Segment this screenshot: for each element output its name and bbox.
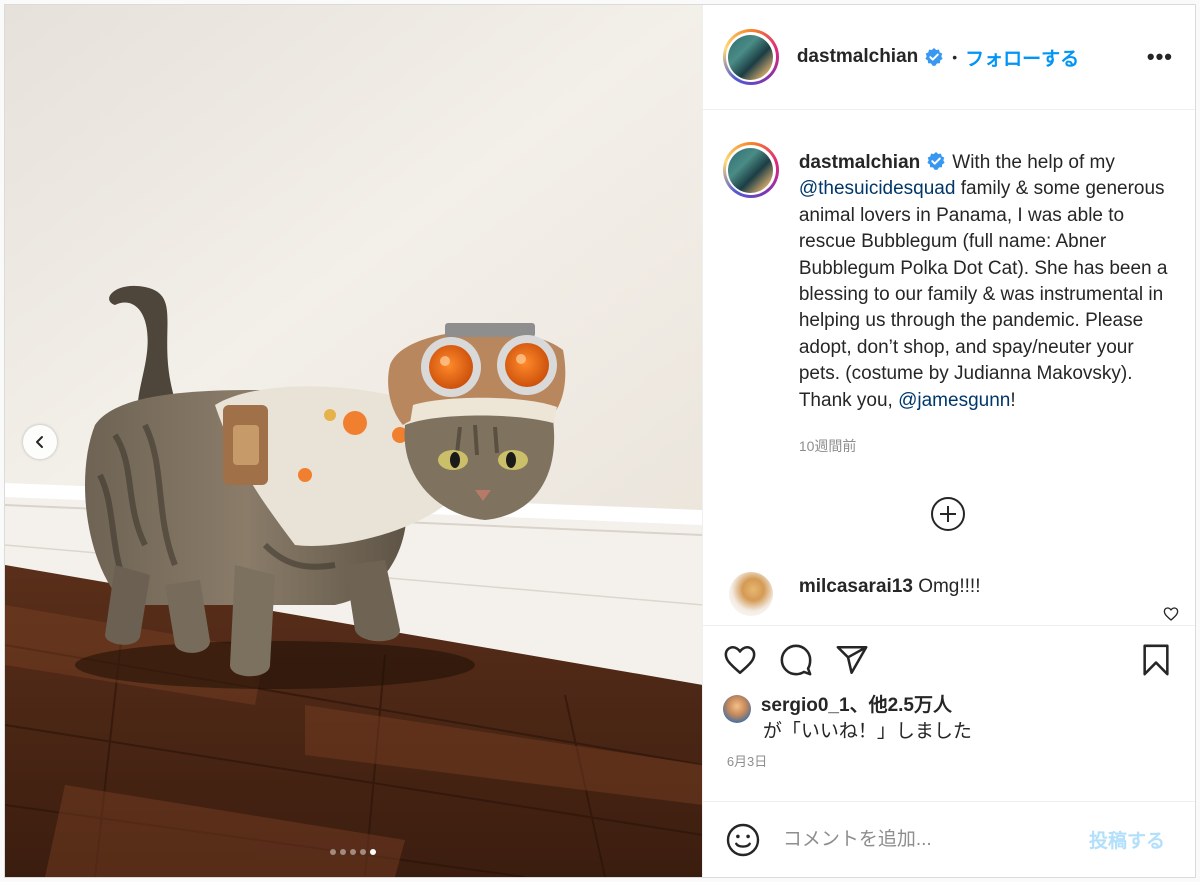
verified-badge-icon	[925, 48, 943, 66]
liker-username[interactable]: sergio0_1	[761, 695, 850, 716]
bookmark-icon	[1143, 644, 1169, 675]
comment-bubble-icon	[780, 644, 812, 675]
post-caption: dastmalchian With the help of my @thesuic…	[722, 142, 1173, 414]
comment-like-heart-icon[interactable]	[1163, 606, 1179, 622]
post-header: dastmalchian • フォローする •••	[702, 5, 1195, 110]
caption-body-2: family & some generous animal lovers in …	[798, 178, 1168, 411]
carousel-dot	[360, 849, 367, 855]
comment-text: milcasarai13 Omg!!!!	[799, 576, 981, 598]
comment-body: Omg!!!!	[918, 576, 981, 598]
load-more-plus-icon[interactable]	[930, 496, 966, 532]
verified-badge-icon	[927, 152, 945, 170]
cat-photo-image	[5, 5, 702, 877]
like-button[interactable]	[723, 643, 757, 677]
commenter-username[interactable]: milcasarai13	[799, 576, 913, 597]
chevron-left-icon	[36, 436, 43, 448]
post-date[interactable]: 6月3日	[703, 745, 1195, 801]
likes-count[interactable]: 、他2.5万人	[850, 695, 952, 716]
smiley-face-icon	[726, 823, 760, 856]
author-username[interactable]: dastmalchian	[797, 46, 918, 68]
heart-icon	[724, 645, 756, 674]
caption-text: dastmalchian With the help of my @thesuic…	[799, 150, 1171, 414]
carousel-indicator	[5, 849, 702, 855]
post-photo[interactable]	[5, 5, 702, 877]
liker-avatar[interactable]	[722, 695, 751, 723]
add-comment-bar: 投稿する	[702, 801, 1195, 877]
paper-plane-icon	[836, 645, 868, 674]
share-button[interactable]	[835, 643, 869, 677]
more-options-button[interactable]: •••	[1147, 44, 1173, 70]
post-actions-bar	[702, 625, 1195, 693]
caption-body-3: !	[1010, 389, 1016, 411]
comment-button[interactable]	[779, 643, 813, 677]
commenter-avatar[interactable]	[728, 572, 773, 617]
emoji-button[interactable]	[725, 822, 761, 858]
follow-button[interactable]: フォローする	[965, 44, 1079, 71]
carousel-dot	[340, 849, 347, 855]
carousel-dot-active	[370, 849, 377, 855]
caption-username[interactable]: dastmalchian	[799, 152, 920, 173]
comment-input[interactable]	[782, 828, 1089, 851]
comments-section[interactable]: dastmalchian With the help of my @thesuic…	[703, 110, 1195, 625]
mention-link-jamesgunn[interactable]: @jamesgunn	[898, 390, 1010, 411]
caption-timestamp[interactable]: 10週間前	[799, 436, 1173, 456]
post-side-panel: dastmalchian • フォローする ••• dastmalchian Wi…	[701, 5, 1195, 877]
load-more-comments	[723, 496, 1173, 532]
likes-suffix: が「いいね！」しました	[762, 721, 972, 742]
mention-link-thesuicidesquad[interactable]: @thesuicidesquad	[799, 178, 956, 199]
author-avatar[interactable]	[722, 29, 779, 85]
carousel-dot	[330, 849, 337, 855]
header-separator: •	[952, 49, 958, 65]
post-dialog: dastmalchian • フォローする ••• dastmalchian Wi…	[4, 4, 1196, 878]
caption-avatar[interactable]	[722, 142, 779, 198]
carousel-dot	[350, 849, 357, 855]
post-comment-button[interactable]: 投稿する	[1089, 826, 1165, 853]
save-button[interactable]	[1139, 643, 1173, 677]
carousel-prev-button[interactable]	[23, 425, 57, 459]
likes-summary: sergio0_1、他2.5万人 が「いいね！」しました	[703, 693, 1195, 745]
comment-item: milcasarai13 Omg!!!!	[723, 572, 1173, 617]
caption-body-1: With the help of my	[952, 152, 1115, 173]
